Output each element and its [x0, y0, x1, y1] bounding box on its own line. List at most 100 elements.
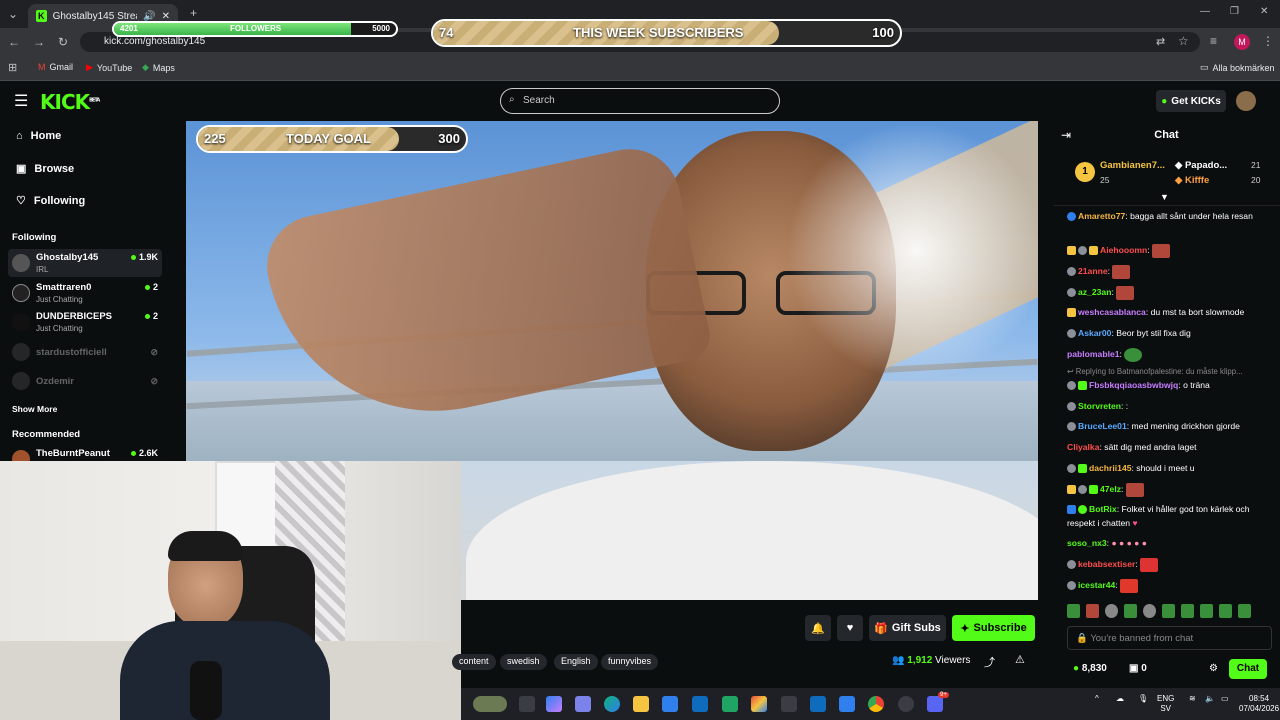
url-text: kick.com/ghostalby145 [104, 36, 206, 47]
tray-overflow-icon[interactable]: ^ [1095, 694, 1099, 704]
restore-icon[interactable]: ❐ [1230, 6, 1239, 17]
browse-icon: ▣ [16, 163, 27, 175]
mic-icon[interactable]: 🎙 [1138, 694, 1148, 704]
tab-close-icon[interactable]: ✕ [162, 11, 170, 22]
task-view-icon[interactable] [519, 696, 535, 712]
followers-goal-overlay: 4201 FOLLOWERS 5000 [112, 21, 398, 37]
translate-icon[interactable]: ⇄ [1156, 35, 1165, 48]
stream-tag[interactable]: content [452, 654, 496, 670]
share-icon[interactable]: ⤴ [984, 654, 995, 670]
new-tab-icon[interactable]: + [190, 6, 197, 20]
minimize-icon[interactable]: — [1200, 6, 1210, 17]
all-bookmarks[interactable]: ▭ Alla bokmärken [1200, 62, 1275, 73]
badge-icon [1067, 212, 1076, 222]
home-icon: ⌂ [16, 130, 23, 142]
microphone [190, 661, 222, 720]
hamburger-menu-icon[interactable]: ☰ [14, 91, 28, 111]
stream-tag[interactable]: funnyvibes [601, 654, 659, 670]
media-control-icon[interactable]: ≡ [1210, 34, 1217, 48]
bookmark-youtube[interactable]: ▶ YouTube [86, 62, 132, 73]
kick-logo[interactable]: KICKBETA [40, 90, 100, 114]
leaderboard-toggle-icon[interactable]: ▼ [1160, 192, 1169, 202]
office-icon[interactable] [751, 696, 767, 712]
edge-icon[interactable] [604, 696, 620, 712]
gift-subs-button[interactable]: 🎁 Gift Subs [869, 615, 946, 641]
apps-grid-icon[interactable]: ⊞ [8, 61, 17, 74]
following-channel-offline[interactable]: stardustofficiell ⊘ [8, 338, 162, 366]
audio-icon[interactable]: 🔊 [143, 11, 155, 22]
send-chat-button[interactable]: Chat [1229, 659, 1267, 679]
following-channel[interactable]: Smattraren0 Just Chatting 2 [8, 279, 162, 307]
menu-dots-icon[interactable]: ⋮ [1262, 34, 1274, 48]
stream-tag[interactable]: swedish [500, 654, 547, 670]
following-channel[interactable]: DUNDERBICEPS Just Chatting 2 [8, 308, 162, 336]
app-icon[interactable] [781, 696, 797, 712]
kick-header: ☰ KICKBETA ⌕ Search ● Get KICKs [0, 81, 1280, 121]
store-icon[interactable] [662, 696, 678, 712]
forward-icon[interactable]: → [33, 35, 45, 49]
notification-bell-button[interactable]: 🔔 [805, 615, 831, 641]
follow-heart-button[interactable]: ♥ [837, 615, 863, 641]
weather-widget-icon[interactable] [473, 696, 507, 712]
nav-browse[interactable]: ▣ Browse [16, 162, 74, 176]
following-channel-offline[interactable]: Ozdemir ⊘ [8, 367, 162, 395]
user-avatar[interactable] [1236, 91, 1256, 111]
show-more-link[interactable]: Show More [12, 404, 57, 414]
profile-avatar[interactable]: M [1234, 34, 1250, 50]
outlook-icon[interactable] [692, 696, 708, 712]
nav-home[interactable]: ⌂ Home [16, 130, 61, 142]
volume-icon[interactable]: 🔈 [1205, 694, 1215, 704]
reload-icon[interactable]: ↻ [58, 35, 68, 49]
discord-icon[interactable] [927, 696, 943, 712]
star-icon: ✦ [960, 622, 970, 635]
chrome-icon[interactable] [868, 696, 884, 712]
subscribe-button[interactable]: ✦ Subscribe [952, 615, 1035, 641]
bookmark-star-icon[interactable]: ☆ [1178, 34, 1189, 48]
emote-icon [1120, 578, 1139, 593]
settings-gear-icon[interactable]: ⚙ [1209, 663, 1218, 674]
stream-tag[interactable]: English [554, 654, 598, 670]
app-icon[interactable] [839, 696, 855, 712]
folder-icon: ▭ [1200, 62, 1209, 72]
report-icon[interactable]: ⚠ [1015, 653, 1025, 666]
heart-emoji-icon: ♥ [1132, 518, 1138, 528]
leaderboard-user[interactable]: Gambianen7... [1100, 160, 1165, 171]
language-indicator[interactable]: ENG SV [1157, 694, 1174, 714]
copilot-icon[interactable] [546, 696, 562, 712]
tab-list-chevron-icon[interactable]: ⌄ [8, 7, 18, 21]
back-icon[interactable]: ← [8, 35, 20, 49]
channel-avatar [12, 284, 30, 302]
bookmark-maps[interactable]: ◆ Maps [142, 62, 175, 73]
offline-icon: ⊘ [150, 376, 158, 386]
leaderboard-count: 21 [1251, 160, 1261, 170]
nav-following[interactable]: ♡ Following [16, 194, 85, 208]
chat-message: BruceLee01: med mening drickhon gjorde [1067, 419, 1273, 433]
emote-quick-bar[interactable] [1067, 604, 1273, 618]
teams-icon[interactable] [575, 696, 591, 712]
chest-icon: ▣ [1129, 663, 1139, 674]
chat-input[interactable]: 🔒 You're banned from chat [1067, 626, 1272, 650]
chat-message: dachrii145: should i meet u [1067, 461, 1273, 475]
get-kicks-button[interactable]: ● Get KICKs [1156, 90, 1226, 112]
emote-row-icon: ● ● ● ● ● [1111, 538, 1147, 548]
emote-icon [1152, 243, 1171, 258]
wifi-icon[interactable]: ≋ [1189, 694, 1196, 704]
chat-message: Askar00: Beor byt stil fixa dig [1067, 326, 1273, 340]
obs-icon[interactable] [898, 696, 914, 712]
following-channel[interactable]: Ghostalby145 IRL 1.9K [8, 249, 162, 277]
search-input[interactable]: ⌕ Search [500, 88, 780, 114]
leaderboard-user[interactable]: ◆ Papado... [1175, 160, 1227, 171]
battery-icon[interactable]: ▭ [1221, 694, 1229, 704]
chest-count[interactable]: ▣ 0 [1129, 663, 1147, 674]
leaderboard-user[interactable]: ◆ Kifffe [1175, 175, 1209, 186]
bookmark-gmail[interactable]: M Gmail [38, 62, 73, 72]
week-subs-label: THIS WEEK SUBSCRIBERS [573, 25, 744, 40]
app-icon[interactable] [810, 696, 826, 712]
bookmarks-bar: ⊞ M Gmail ▶ YouTube ◆ Maps ▭ Alla bokmärken [0, 56, 1280, 81]
clock[interactable]: 08:54 07/04/2026 [1239, 694, 1279, 714]
shield-app-icon[interactable] [722, 696, 738, 712]
onedrive-icon[interactable]: ☁ [1116, 694, 1124, 704]
kicks-balance[interactable]: ● 8,830 [1073, 663, 1107, 674]
window-close-icon[interactable]: ✕ [1260, 6, 1268, 17]
file-explorer-icon[interactable] [633, 696, 649, 712]
